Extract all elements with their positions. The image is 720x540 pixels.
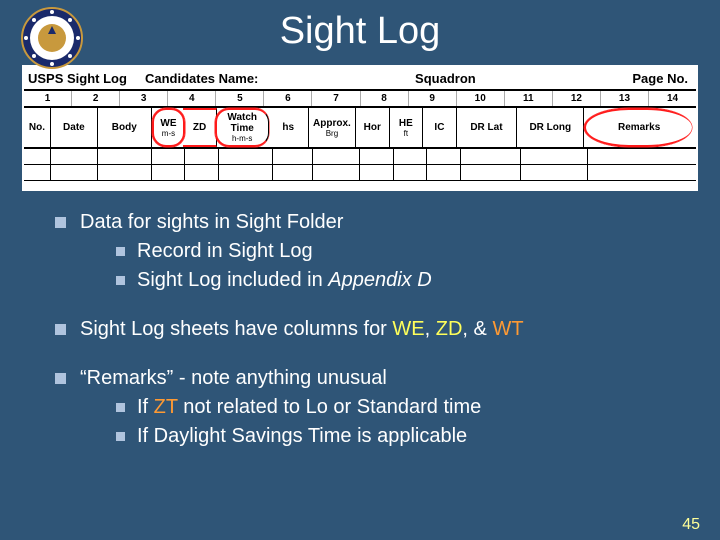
bullet-3a: If ZT not related to Lo or Standard time — [116, 394, 481, 421]
col-num-4: 4 — [168, 91, 216, 106]
bullet-1a: Record in Sight Log — [116, 238, 432, 265]
col-num-6: 6 — [264, 91, 312, 106]
col-num-12: 12 — [553, 91, 601, 106]
slide-title: Sight Log — [0, 0, 720, 53]
page-number: 45 — [682, 516, 700, 534]
bullet-1-text: Data for sights in Sight Folder — [80, 211, 343, 233]
col-num-13: 13 — [601, 91, 649, 106]
col-we: WEm-s — [152, 108, 186, 147]
bullet-1b: Sight Log included in Appendix D — [116, 267, 432, 294]
bullet-3b-text: If Daylight Savings Time is applicable — [137, 423, 467, 450]
hdr-usps: USPS Sight Log — [28, 71, 127, 86]
hdr-candidate: Candidates Name: — [145, 71, 258, 86]
col-no: No. — [24, 108, 51, 147]
bullet-1: Data for sights in Sight Folder Record i… — [55, 209, 680, 294]
bullet-icon — [116, 403, 125, 412]
bullet-icon — [116, 247, 125, 256]
sight-log-table: USPS Sight Log Candidates Name: Squadron… — [22, 65, 698, 191]
col-num-3: 3 — [120, 91, 168, 106]
col-num-1: 1 — [24, 91, 72, 106]
col-num-11: 11 — [505, 91, 553, 106]
col-he: HEft — [390, 108, 424, 147]
bullet-1a-text: Record in Sight Log — [137, 238, 313, 265]
col-num-8: 8 — [361, 91, 409, 106]
col-brg: Approx.Brg — [309, 108, 356, 147]
hdr-squadron: Squadron — [415, 71, 476, 86]
usps-logo — [20, 6, 84, 70]
col-num-2: 2 — [72, 91, 120, 106]
col-date: Date — [51, 108, 98, 147]
bullet-2-text: Sight Log sheets have columns for WE, ZD… — [80, 316, 524, 343]
table-header-row: USPS Sight Log Candidates Name: Squadron… — [24, 67, 696, 91]
table-number-row: 1 2 3 4 5 6 7 8 9 10 11 12 13 14 — [24, 91, 696, 108]
bullet-1b-text: Sight Log included in Appendix D — [137, 267, 432, 294]
bullet-icon — [55, 324, 66, 335]
bullet-icon — [55, 373, 66, 384]
col-remarks: Remarks — [584, 108, 692, 147]
col-num-10: 10 — [457, 91, 505, 106]
bullet-icon — [116, 432, 125, 441]
col-body: Body — [98, 108, 152, 147]
col-num-7: 7 — [312, 91, 360, 106]
col-num-14: 14 — [649, 91, 696, 106]
col-hs: hs — [269, 108, 309, 147]
hdr-pageno: Page No. — [632, 71, 688, 86]
col-ic: IC — [423, 108, 457, 147]
col-hor: Hor — [356, 108, 390, 147]
bullet-icon — [116, 276, 125, 285]
bullet-3-text: “Remarks” - note anything unusual — [80, 367, 387, 389]
table-empty-rows — [24, 149, 696, 181]
col-drlat: DR Lat — [457, 108, 517, 147]
col-drlong: DR Long — [517, 108, 584, 147]
bullet-3b: If Daylight Savings Time is applicable — [116, 423, 481, 450]
bullet-3: “Remarks” - note anything unusual If ZT … — [55, 365, 680, 450]
col-wt: Watch Timeh-m-s — [215, 108, 269, 147]
col-zd: ZD — [183, 108, 217, 147]
bullet-3a-text: If ZT not related to Lo or Standard time — [137, 394, 481, 421]
table-column-headers: No. Date Body WEm-s ZD Watch Timeh-m-s h… — [24, 108, 696, 149]
bullet-2: Sight Log sheets have columns for WE, ZD… — [55, 316, 680, 343]
col-num-5: 5 — [216, 91, 264, 106]
col-num-9: 9 — [409, 91, 457, 106]
bullet-icon — [55, 217, 66, 228]
slide-content: Data for sights in Sight Folder Record i… — [0, 191, 720, 450]
